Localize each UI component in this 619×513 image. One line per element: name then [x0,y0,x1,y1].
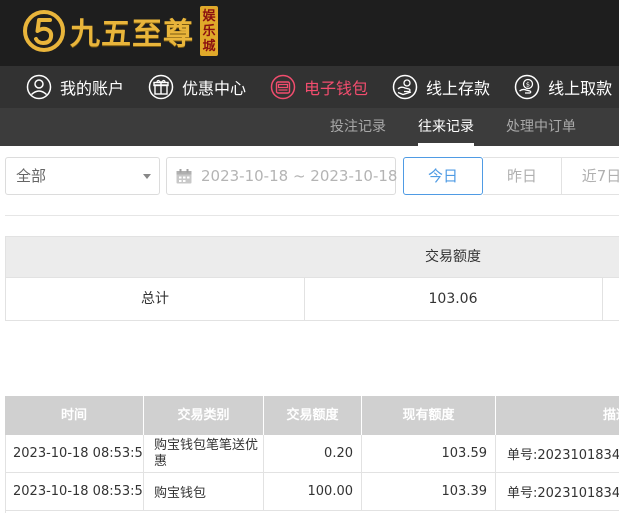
gift-icon [148,74,174,100]
header-description: 描述 [602,408,619,423]
svg-text:$: $ [526,81,530,89]
cell-amount: 0.20 [264,435,362,472]
summary-total-label: 总计 [141,291,169,307]
section-divider [5,215,619,216]
nav-promotions[interactable]: 优惠中心 [124,66,246,108]
cell-divider [602,278,603,320]
today-button[interactable]: 今日 [403,157,483,195]
nav-label: 线上存款 [426,79,491,98]
cell-amount: 100.00 [264,473,362,510]
nav-label: 我的账户 [60,79,125,98]
header-amount: 交易额度 [264,396,362,435]
sub-nav: 投注记录 往来记录 处理中订单 [0,108,619,146]
summary-total-row: 总计 103.06 [5,278,619,321]
cell-time: 2023-10-18 08:53:56 [5,435,144,472]
logo-badge-char: 城 [202,38,216,54]
header-time: 时间 [5,396,144,435]
table-row: 2023-10-18 08:53:56 购宝钱包笔笔送优惠 0.20 103.5… [5,435,619,473]
cell-balance: 103.39 [362,473,496,510]
nav-my-account[interactable]: 我的账户 [0,66,124,108]
logo-badge-char: 乐 [202,23,216,39]
wallet-icon [270,74,296,100]
select-value: 全部 [16,167,47,185]
cell-description: 单号:2023101834100 [507,448,619,463]
nav-online-deposit[interactable]: 线上存款 [368,66,490,108]
site-header: 九五至尊 娱 乐 城 [0,0,619,66]
deposit-icon [392,74,418,100]
wallet-records-page: 九五至尊 娱 乐 城 我的账户 优惠中心 电子钱包 线上存款 $ 线上取款 投注… [0,0,619,513]
tab-pending-orders[interactable]: 处理中订单 [506,108,576,146]
calendar-icon [176,169,192,184]
logo-badge-char: 娱 [202,8,216,24]
logo-five-icon [23,10,65,52]
nav-label: 线上取款 [548,79,613,98]
withdraw-icon: $ [514,74,540,100]
last-7-days-button[interactable]: 近7日 [562,157,619,195]
logo-badge: 娱 乐 城 [200,6,218,56]
nav-label: 优惠中心 [182,79,247,98]
table-row: 2023-10-18 08:53:56 购宝钱包 100.00 103.39 单… [5,473,619,511]
user-icon [26,74,52,100]
summary-total-value: 103.06 [428,291,478,307]
header-balance: 现有额度 [362,396,496,435]
summary-header-amount: 交易额度 [425,249,481,265]
nav-label: 电子钱包 [304,79,369,98]
cell-type: 购宝钱包笔笔送优惠 [144,435,264,472]
cell-balance: 103.59 [362,435,496,472]
nav-e-wallet[interactable]: 电子钱包 [246,66,368,108]
nav-online-withdraw[interactable]: $ 线上取款 [490,66,612,108]
transaction-type-select[interactable]: 全部 [5,157,160,195]
header-type: 交易类别 [144,396,264,435]
logo-text: 九五至尊 [70,17,194,52]
site-logo[interactable]: 九五至尊 娱 乐 城 [22,3,218,59]
cell-time: 2023-10-18 08:53:56 [5,473,144,510]
summary-header: 交易额度 [5,236,619,278]
cell-type: 购宝钱包 [144,473,264,510]
yesterday-button[interactable]: 昨日 [483,157,562,195]
date-range-input[interactable]: 2023-10-18 ~ 2023-10-18 [166,157,398,195]
date-range-value: 2023-10-18 ~ 2023-10-18 [201,167,398,185]
records-header: 时间 交易类别 交易额度 现有额度 描述 [5,396,619,435]
main-nav: 我的账户 优惠中心 电子钱包 线上存款 $ 线上取款 [0,66,619,108]
cell-description: 单号:2023101834100 [507,486,619,501]
tab-bet-records[interactable]: 投注记录 [330,108,386,146]
caret-down-icon [143,174,151,179]
tab-transaction-records[interactable]: 往来记录 [418,108,474,146]
